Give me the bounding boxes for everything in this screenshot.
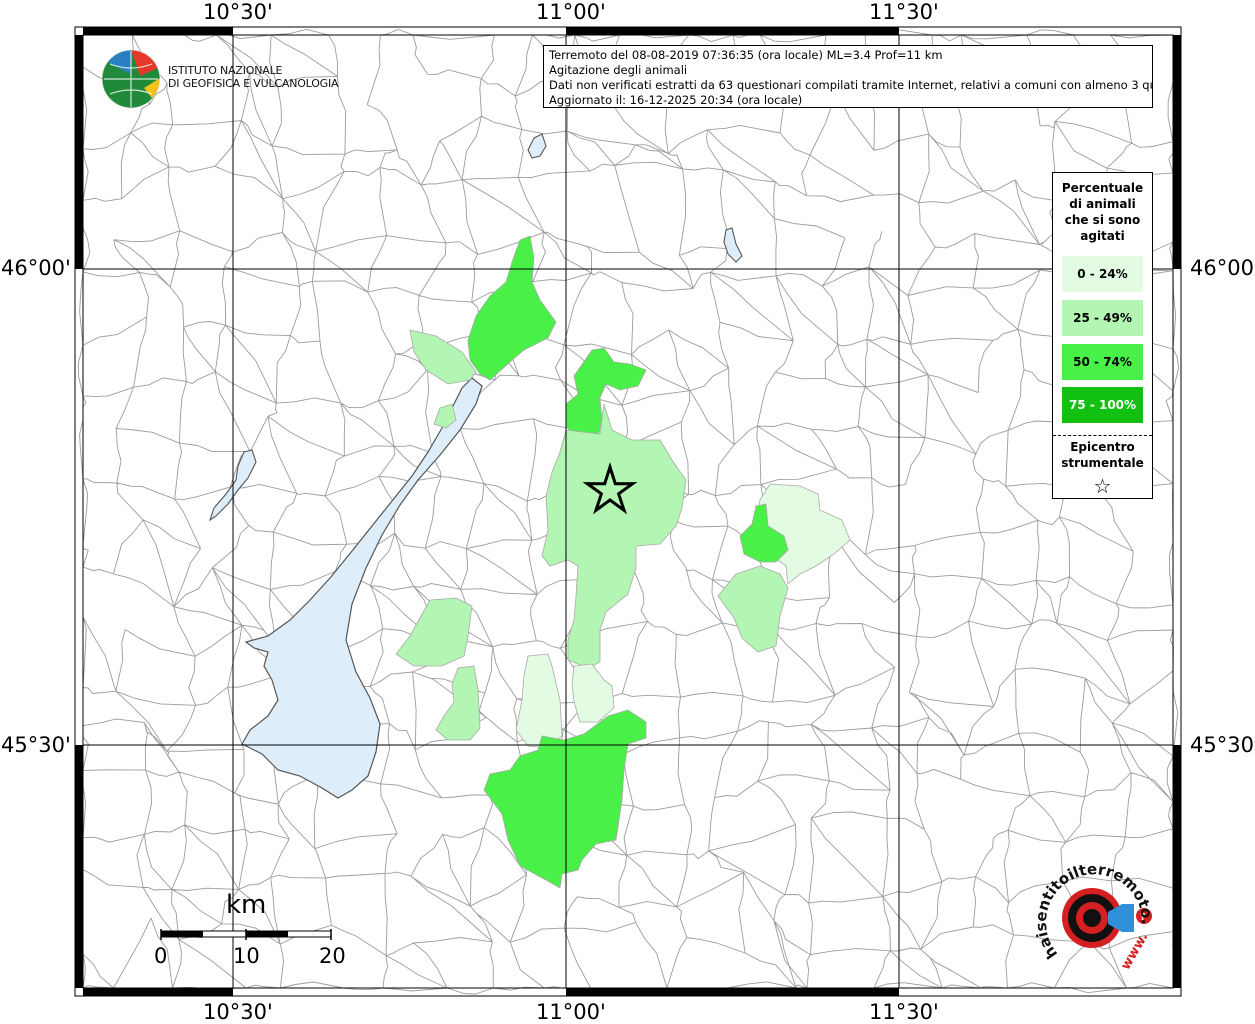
lon-label-top-2: 11°00' bbox=[536, 0, 606, 24]
legend-epicenter-line: strumentale bbox=[1061, 456, 1144, 470]
ingv-logo-text: ISTITUTO NAZIONALE DI GEOFISICA E VULCAN… bbox=[168, 64, 339, 90]
lat-label-left-2: 45°30' bbox=[1, 733, 71, 757]
lon-label-bottom-3: 11°30' bbox=[869, 1000, 939, 1024]
scale-tick-0: 0 bbox=[154, 944, 168, 968]
legend-title-line: di animali bbox=[1069, 197, 1136, 211]
ingv-line-2: DI GEOFISICA E VULCANOLOGIA bbox=[168, 77, 339, 90]
hst-logo-icon: ? haisentitoilterremoto.it www. bbox=[1030, 862, 1156, 973]
info-box: Terremoto del 08-08-2019 07:36:35 (ora l… bbox=[543, 45, 1153, 108]
scale-tick-20: 20 bbox=[319, 944, 346, 968]
info-line-updated: Aggiornato il: 16-12-2025 20:34 (ora loc… bbox=[549, 93, 803, 107]
legend-class-50-74: 50 - 74% bbox=[1062, 344, 1143, 380]
legend-epicenter-line: Epicentro bbox=[1070, 440, 1135, 454]
info-line-source: Dati non verificati estratti da 63 quest… bbox=[549, 78, 1153, 92]
legend-star-icon: ☆ bbox=[1093, 474, 1112, 498]
legend-separator bbox=[1053, 435, 1152, 436]
scale-unit: km bbox=[226, 890, 267, 920]
legend-title-line: Percentuale bbox=[1061, 181, 1144, 195]
lat-label-right-2: 45°30' bbox=[1190, 733, 1255, 757]
legend-title-line: agitati bbox=[1080, 229, 1125, 243]
legend-title: Percentuale di animali che si sono agita… bbox=[1053, 180, 1152, 244]
hst-www: www. bbox=[1118, 930, 1151, 972]
ingv-line-1: ISTITUTO NAZIONALE bbox=[168, 64, 283, 77]
legend-class-25-49: 25 - 49% bbox=[1062, 300, 1143, 336]
lon-label-top-1: 10°30' bbox=[203, 0, 273, 24]
legend: Percentuale di animali che si sono agita… bbox=[1052, 172, 1153, 499]
legend-title-line: che si sono bbox=[1064, 213, 1141, 227]
legend-epicenter-label: Epicentro strumentale bbox=[1053, 439, 1152, 471]
lon-label-bottom-1: 10°30' bbox=[203, 1000, 273, 1024]
scale-tick-10: 10 bbox=[233, 944, 260, 968]
info-line-topic: Agitazione degli animali bbox=[549, 63, 688, 77]
lat-label-left-1: 46°00' bbox=[1, 256, 71, 280]
info-line-quake: Terremoto del 08-08-2019 07:36:35 (ora l… bbox=[549, 48, 943, 62]
lon-label-top-3: 11°30' bbox=[869, 0, 939, 24]
lat-label-right-1: 46°00' bbox=[1190, 256, 1255, 280]
legend-class-0-24: 0 - 24% bbox=[1062, 256, 1143, 292]
lon-label-bottom-2: 11°00' bbox=[536, 1000, 606, 1024]
legend-class-75-100: 75 - 100% bbox=[1062, 387, 1143, 423]
